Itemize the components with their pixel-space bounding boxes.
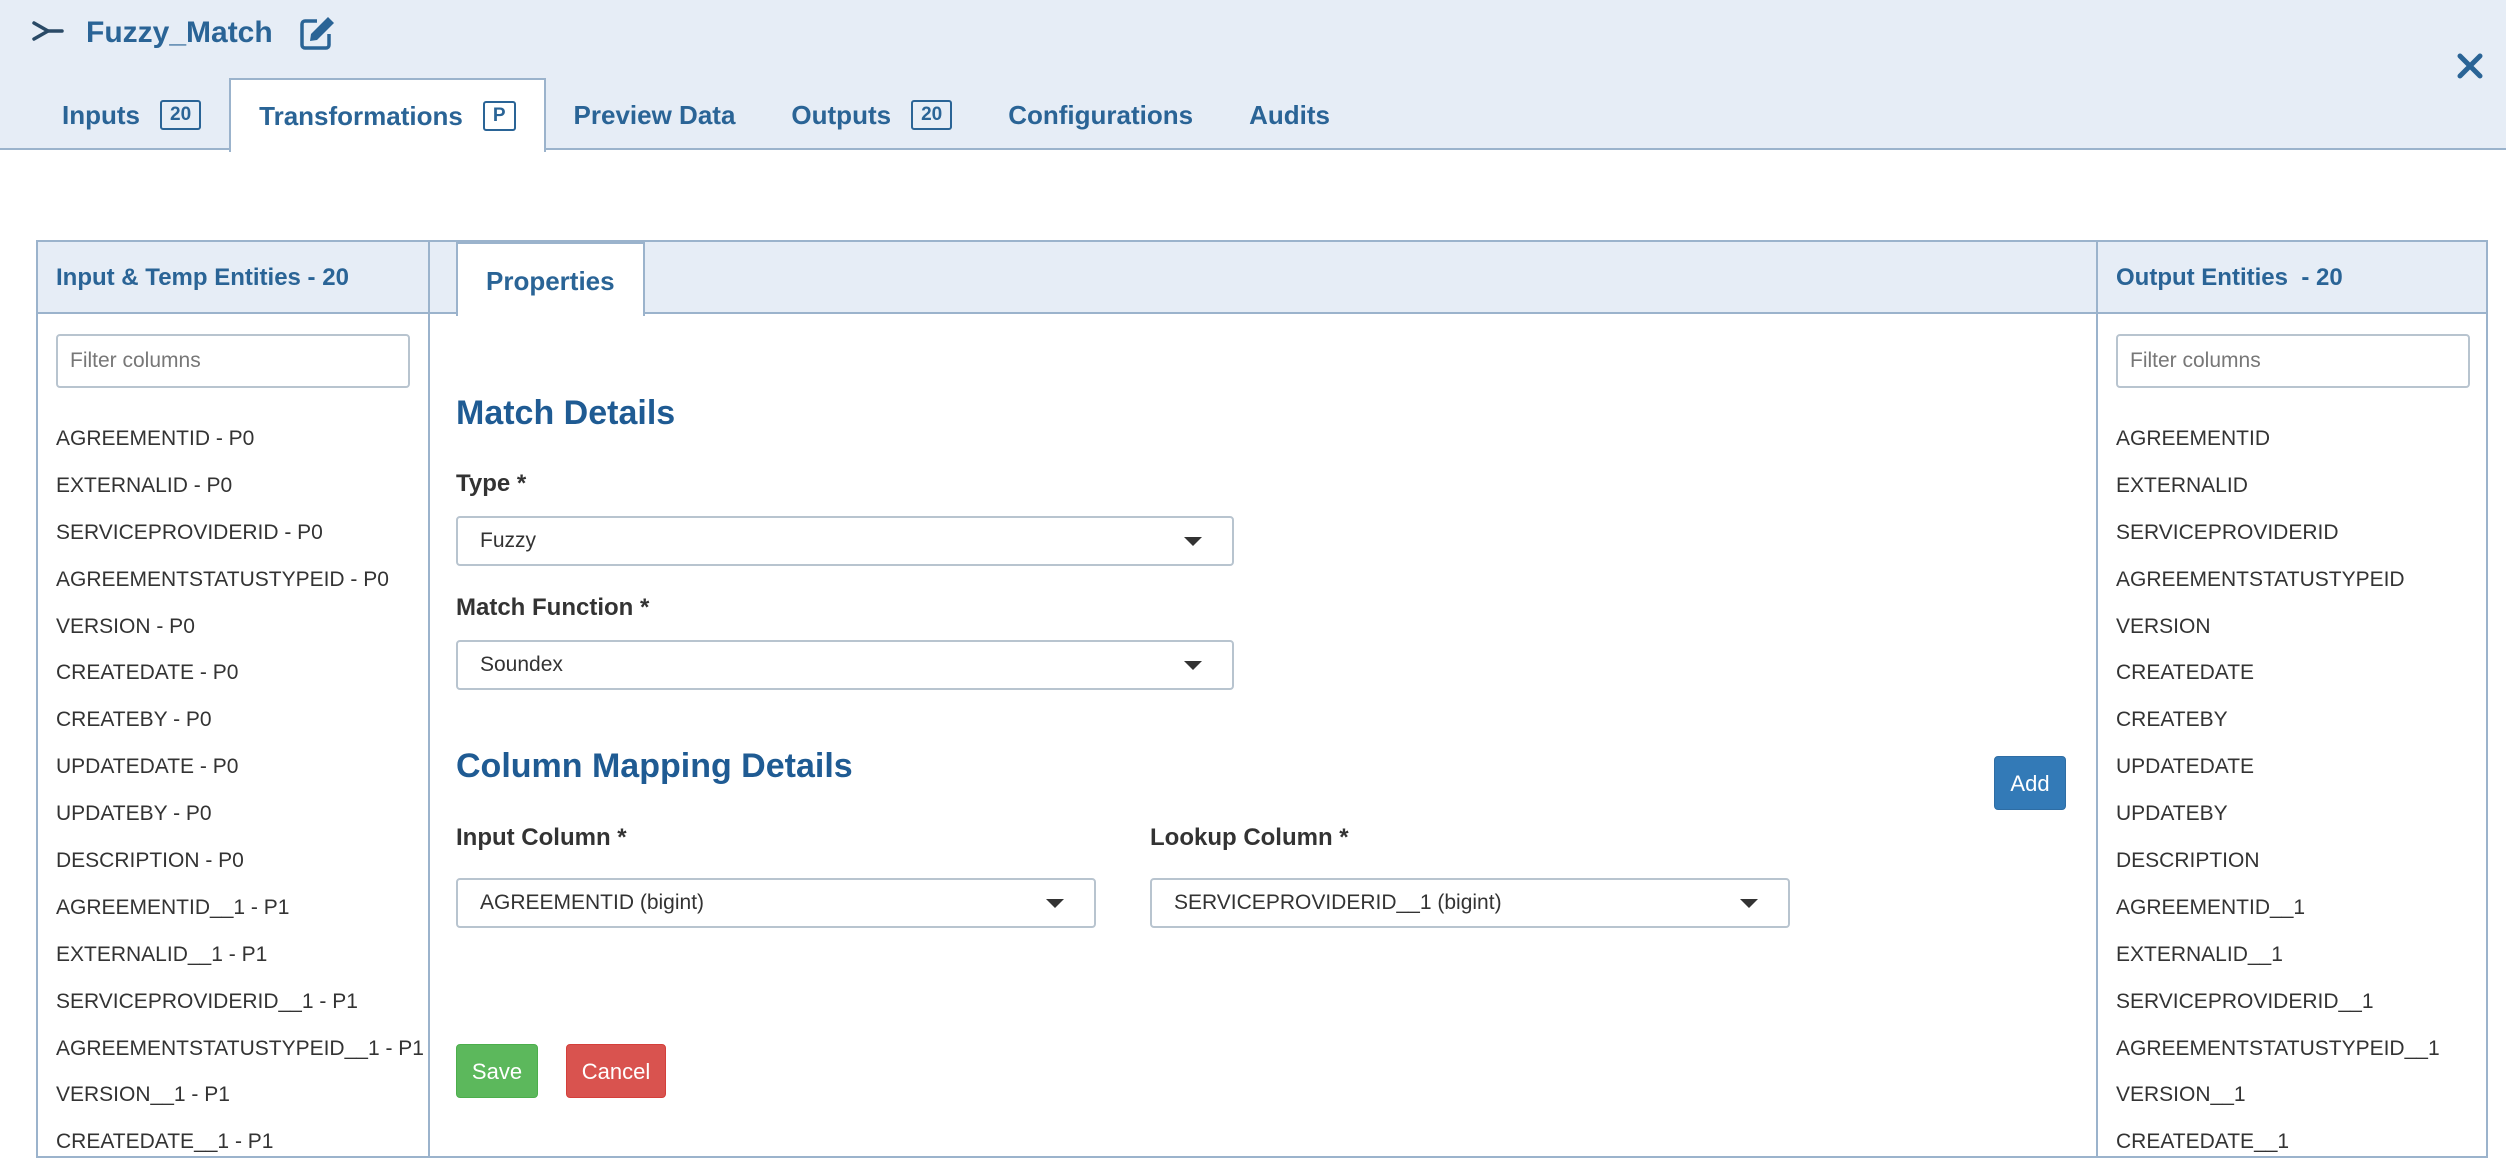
list-item[interactable]: CREATEBY — [2116, 703, 2496, 750]
output-entities-panel: Output Entities - 20 AGREEMENTIDEXTERNAL… — [2096, 242, 2486, 1156]
match-details-heading: Match Details — [456, 394, 676, 432]
properties-panel: Properties Match Details Type * Fuzzy Ma… — [430, 242, 2096, 1156]
list-item[interactable]: VERSION — [2116, 610, 2496, 657]
cancel-button[interactable]: Cancel — [566, 1044, 666, 1098]
panel-header: Input & Temp Entities - 20 — [38, 242, 428, 314]
list-item[interactable]: EXTERNALID — [2116, 469, 2496, 516]
editor-frame: Input & Temp Entities - 20 AGREEMENTID -… — [36, 240, 2488, 1158]
select-value: Soundex — [480, 653, 563, 676]
list-item[interactable]: DESCRIPTION — [2116, 844, 2496, 891]
panel-header: Output Entities - 20 — [2098, 242, 2486, 314]
select-value: Fuzzy — [480, 529, 537, 552]
filter-columns-input[interactable] — [2116, 334, 2470, 388]
tab-transformations[interactable]: Transformations P — [229, 78, 546, 152]
edit-icon[interactable] — [297, 13, 337, 53]
list-item[interactable]: SERVICEPROVIDERID__1 - P1 — [56, 985, 436, 1032]
list-item[interactable]: UPDATEBY — [2116, 797, 2496, 844]
input-column-label: Input Column * — [456, 824, 627, 851]
list-item[interactable]: AGREEMENTSTATUSTYPEID — [2116, 563, 2496, 610]
caret-down-icon — [1184, 661, 1202, 670]
list-item[interactable]: AGREEMENTID - P0 — [56, 422, 436, 469]
tab-label: Preview Data — [573, 99, 736, 130]
list-item[interactable]: EXTERNALID__1 - P1 — [56, 938, 436, 985]
match-function-label: Match Function * — [456, 594, 650, 621]
tab-configurations[interactable]: Configurations — [980, 80, 1221, 150]
panel-header — [430, 242, 2096, 314]
type-select[interactable]: Fuzzy — [456, 516, 1234, 566]
list-item[interactable]: AGREEMENTSTATUSTYPEID__1 - P1 — [56, 1032, 436, 1079]
list-item[interactable]: CREATEBY - P0 — [56, 703, 436, 750]
input-entities-panel: Input & Temp Entities - 20 AGREEMENTID -… — [38, 242, 430, 1156]
tab-label: Configurations — [1008, 99, 1194, 130]
top-header: Fuzzy_Match Inputs 20 Transformations P … — [0, 0, 2506, 152]
main-tabs: Inputs 20 Transformations P Preview Data… — [0, 78, 1358, 152]
list-item[interactable]: EXTERNALID - P0 — [56, 469, 436, 516]
list-item[interactable]: UPDATEDATE - P0 — [56, 750, 436, 797]
status-badge: P — [482, 101, 516, 131]
page-title: Fuzzy_Match — [86, 16, 273, 49]
list-item[interactable]: EXTERNALID__1 — [2116, 938, 2496, 985]
tab-preview-data[interactable]: Preview Data — [546, 80, 764, 150]
caret-down-icon — [1046, 899, 1064, 908]
panel-title: Input & Temp Entities - 20 — [56, 264, 349, 291]
list-item[interactable]: AGREEMENTID__1 - P1 — [56, 891, 436, 938]
add-mapping-button[interactable]: Add — [1994, 756, 2066, 810]
input-column-select[interactable]: AGREEMENTID (bigint) — [456, 878, 1096, 928]
column-mapping-heading: Column Mapping Details — [456, 747, 853, 785]
tab-label: Outputs — [791, 99, 892, 130]
caret-down-icon — [1184, 537, 1202, 546]
close-icon[interactable] — [2454, 50, 2486, 82]
caret-down-icon — [1740, 899, 1758, 908]
list-item[interactable]: CREATEDATE — [2116, 656, 2496, 703]
list-item[interactable]: UPDATEDATE — [2116, 750, 2496, 797]
tab-outputs[interactable]: Outputs 20 — [763, 80, 980, 150]
list-item[interactable]: AGREEMENTSTATUSTYPEID__1 — [2116, 1032, 2496, 1079]
list-item[interactable]: CREATEDATE - P0 — [56, 656, 436, 703]
tab-label: Transformations — [259, 100, 463, 131]
list-item[interactable]: VERSION - P0 — [56, 610, 436, 657]
title-row: Fuzzy_Match — [30, 8, 337, 58]
tab-properties[interactable]: Properties — [456, 242, 645, 316]
list-item[interactable]: AGREEMENTID__1 — [2116, 891, 2496, 938]
list-item[interactable]: CREATEDATE__1 - P1 — [56, 1125, 436, 1156]
list-item[interactable]: SERVICEPROVIDERID - P0 — [56, 516, 436, 563]
tab-label: Inputs — [62, 99, 140, 130]
list-item[interactable]: SERVICEPROVIDERID__1 — [2116, 985, 2496, 1032]
save-button[interactable]: Save — [456, 1044, 538, 1098]
output-column-list: AGREEMENTID EXTERNALID SERVICEPROVIDERID AG… — [2116, 422, 2496, 1156]
input-column-list: AGREEMENTID - P0 EXTERNALID - P0 SERVICEPR… — [56, 422, 436, 1156]
tab-label: Audits — [1249, 99, 1330, 130]
filter-columns-input[interactable] — [56, 334, 410, 388]
list-item[interactable]: UPDATEBY - P0 — [56, 797, 436, 844]
list-item[interactable]: VERSION__1 — [2116, 1078, 2496, 1125]
type-label: Type * — [456, 470, 527, 497]
tab-inputs[interactable]: Inputs 20 — [0, 80, 229, 150]
select-value: SERVICEPROVIDERID__1 (bigint) — [1174, 891, 1502, 914]
match-function-select[interactable]: Soundex — [456, 640, 1234, 690]
list-item[interactable]: SERVICEPROVIDERID — [2116, 516, 2496, 563]
tab-audits[interactable]: Audits — [1221, 80, 1358, 150]
list-item[interactable]: AGREEMENTSTATUSTYPEID - P0 — [56, 563, 436, 610]
lookup-column-label: Lookup Column * — [1150, 824, 1349, 851]
chevron-right-icon[interactable] — [30, 15, 66, 51]
lookup-column-select[interactable]: SERVICEPROVIDERID__1 (bigint) — [1150, 878, 1790, 928]
list-item[interactable]: CREATEDATE__1 — [2116, 1125, 2496, 1156]
list-item[interactable]: VERSION__1 - P1 — [56, 1078, 436, 1125]
select-value: AGREEMENTID (bigint) — [480, 891, 705, 914]
panel-title: Output Entities - 20 — [2116, 264, 2343, 291]
list-item[interactable]: DESCRIPTION - P0 — [56, 844, 436, 891]
count-badge: 20 — [911, 100, 953, 130]
list-item[interactable]: AGREEMENTID — [2116, 422, 2496, 469]
count-badge: 20 — [160, 100, 202, 130]
